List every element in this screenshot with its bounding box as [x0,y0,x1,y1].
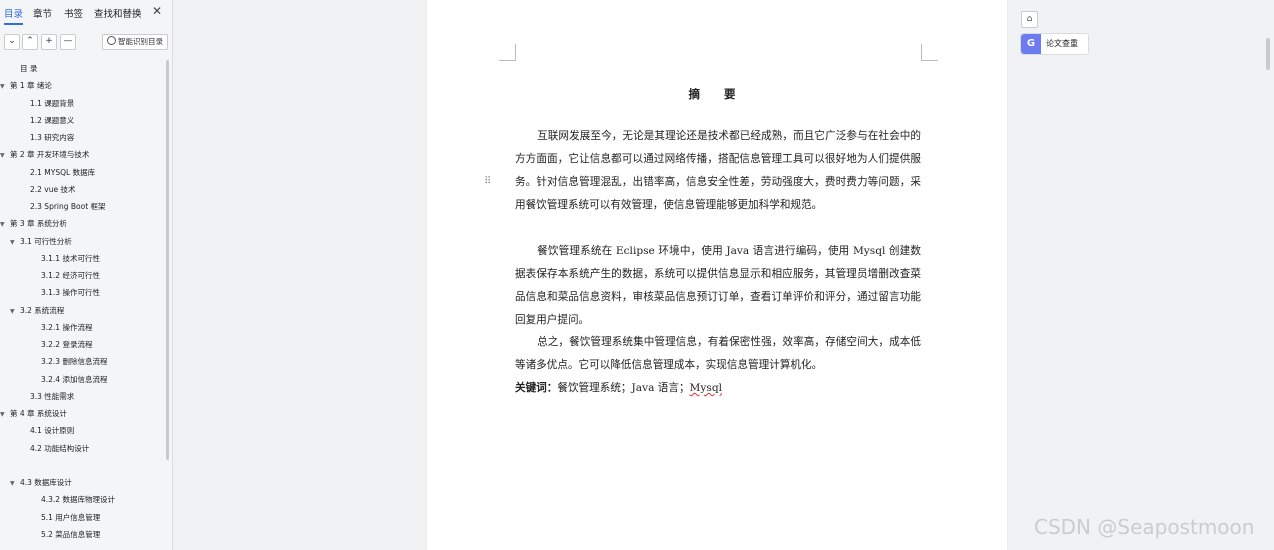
toc-item-label: 2.2 vue 技术 [30,184,76,194]
toc-item[interactable]: ▼ 第 2 章 开发环境与技术 [0,148,89,162]
abstract-paragraph: 餐饮管理系统在 Eclipse 环境中，使用 Java 语言进行编码，使用 My… [515,245,921,326]
toc-item[interactable]: ▼ 第 1 章 绪论 [0,79,52,93]
toc-item-label: 4.1 设计原则 [30,426,75,436]
toc-item-label: 第 3 章 系统分析 [10,219,67,229]
expand-arrow-icon[interactable]: ▼ [0,80,10,94]
toc-item[interactable]: 1.1 课题背景 [30,97,74,111]
smart-icon [107,36,116,45]
toc-item[interactable]: 3.1.2 经济可行性 [41,269,100,283]
keywords-line: 关键词：餐饮管理系统；Java 语言；Mysql [515,377,722,400]
smart-toc-button[interactable]: 智能识别目录 [102,34,168,50]
toc-item[interactable]: 3.2.4 添加信息流程 [41,373,107,387]
expand-arrow-icon[interactable]: ▼ [10,305,20,319]
close-icon[interactable]: ✕ [152,4,162,18]
page-corner-mark [499,44,516,61]
tab-chapters[interactable]: 章节 [33,6,52,20]
toc-item[interactable]: 3.2.2 登录流程 [41,338,92,352]
toc-item-label: 3.1.2 经济可行性 [41,271,100,280]
add-heading-button[interactable]: + [41,34,57,50]
toc-item-label: 2.3 Spring Boot 框架 [30,202,106,211]
abstract-paragraph: 互联网发展至今，无论是其理论还是技术都已经成熟，而且它广泛参与在社会中的方方面面… [515,130,921,211]
toc-item-label: 5.1 用户信息管理 [41,512,101,522]
tab-toc[interactable]: 目录 [4,6,24,25]
watermark: CSDN @Seapostmoon [1034,515,1255,539]
toc-item[interactable]: 3.2.1 操作流程 [41,321,92,335]
expand-arrow-icon[interactable]: ▼ [0,149,10,163]
toc-item-label: 1.2 课题意义 [30,115,75,125]
toc-item-label: 5.2 菜品信息管理 [41,529,101,539]
expand-arrow-icon[interactable]: ▼ [10,477,20,491]
page-corner-mark [921,44,938,61]
toc-item[interactable]: 4.1 设计原则 [30,424,74,438]
toc-item-label: 3.2.4 添加信息流程 [41,374,108,384]
toc-item-label: 3.2.3 删除信息流程 [41,357,108,367]
toc-item[interactable]: 2.1 MYSQL 数据库 [30,166,95,180]
toc-item-label: 1.1 课题背景 [30,98,75,108]
toc-item[interactable]: 1.2 课题意义 [30,114,74,128]
toc-item-label: 目 录 [20,64,38,73]
toc-item[interactable]: ▼ 4.3 数据库设计 [10,476,72,490]
abstract-paragraph: 总之，餐饮管理系统集中管理信息，有着保密性强，效率高，存储空间大，成本低等诸多优… [515,336,921,371]
toc-item-label: 3.1.3 操作可行性 [41,288,100,298]
toc-item[interactable]: 3.2.3 删除信息流程 [41,355,107,369]
toc-item-label: 4.2 功能结构设计 [30,443,90,453]
toc-item[interactable]: ▼ 第 4 章 系统设计 [0,407,67,421]
expand-arrow-icon[interactable]: ▼ [0,218,10,232]
toc-item[interactable]: ▼ 第 3 章 系统分析 [0,217,67,231]
document-page[interactable]: ⠿ 摘 要 互联网发展至今，无论是其理论还是技术都已经成熟，而且它广泛参与在社会… [427,0,1007,550]
toc-item[interactable]: ▼ 3.2 系统流程 [10,304,64,318]
toc-item[interactable]: 3.1.1 技术可行性 [41,252,100,266]
nav-scrollbar[interactable] [166,60,169,460]
toc-item[interactable]: 2.2 vue 技术 [30,183,76,197]
tab-find-replace[interactable]: 查找和替换 [94,6,142,20]
remove-heading-button[interactable]: — [60,34,76,50]
toc-item-label: 第 2 章 开发环境与技术 [10,150,90,160]
expand-arrow-icon[interactable]: ▼ [0,408,10,422]
toc-item-label: 1.3 研究内容 [30,133,75,142]
toc-item-label: 3.2.2 登录流程 [41,340,93,349]
toc-item[interactable]: 5.1 用户信息管理 [41,511,100,525]
toc-item[interactable]: 5.2 菜品信息管理 [41,528,100,542]
toc-item-label: 3.1.1 技术可行性 [41,253,100,263]
toc-item[interactable]: 2.3 Spring Boot 框架 [30,200,106,214]
toc-item[interactable]: 4.3.2 数据库物理设计 [41,493,115,507]
plagiarism-check-icon: G [1021,34,1041,54]
toc-item-label: 3.2 系统流程 [20,305,65,315]
drag-handle-icon[interactable]: ⠿ [484,176,491,187]
nav-toolbar: ⌄ ⌃ + — 智能识别目录 [4,34,168,50]
toc-item[interactable]: ▼ 3.1 可行性分析 [10,235,72,249]
toc-item[interactable]: 3.3 性能需求 [30,390,74,404]
toc-item-label: 4.3.2 数据库物理设计 [41,495,115,505]
tab-bookmarks[interactable]: 书签 [64,6,83,20]
toc-item[interactable]: 目 录 [20,62,37,76]
plagiarism-check-button[interactable]: G 论文查重 [1020,33,1089,55]
nav-tabs: 目录 章节 书签 查找和替换 ✕ [0,0,172,26]
toc-item-label: 3.1 可行性分析 [20,236,72,246]
expand-arrow-icon[interactable]: ▼ [10,236,20,250]
toc-item-label: 4.3 数据库设计 [20,478,72,487]
keywords-text: 餐饮管理系统；Java 语言； [557,382,690,394]
plagiarism-check-label: 论文查重 [1046,39,1078,48]
collapse-down-button[interactable]: ⌄ [4,34,20,50]
toc-item-label: 2.1 MYSQL 数据库 [30,167,96,177]
toc-item[interactable]: 4.2 功能结构设计 [30,442,89,456]
abstract-title: 摘 要 [688,87,746,101]
right-area [1008,0,1274,550]
toc-item-label: 第 4 章 系统设计 [10,409,67,418]
keywords-last: Mysql [689,382,722,394]
toc-item-label: 3.3 性能需求 [30,391,75,401]
collapse-up-button[interactable]: ⌃ [22,34,38,50]
scroll-top-icon[interactable]: ⌂ [1021,11,1038,28]
toc-item[interactable]: 3.1.3 操作可行性 [41,286,100,300]
smart-toc-label: 智能识别目录 [118,37,163,46]
navigation-panel: 目录 章节 书签 查找和替换 ✕ ⌄ ⌃ + — 智能识别目录 目 录 ▼ 第 1 … [0,0,173,550]
vertical-scrollbar[interactable] [1266,38,1270,70]
toc-item-label: 第 1 章 绪论 [10,81,52,91]
toc-item[interactable]: 1.3 研究内容 [30,131,74,145]
keywords-label: 关键词： [515,382,558,394]
toc-item-label: 3.2.1 操作流程 [41,322,93,332]
